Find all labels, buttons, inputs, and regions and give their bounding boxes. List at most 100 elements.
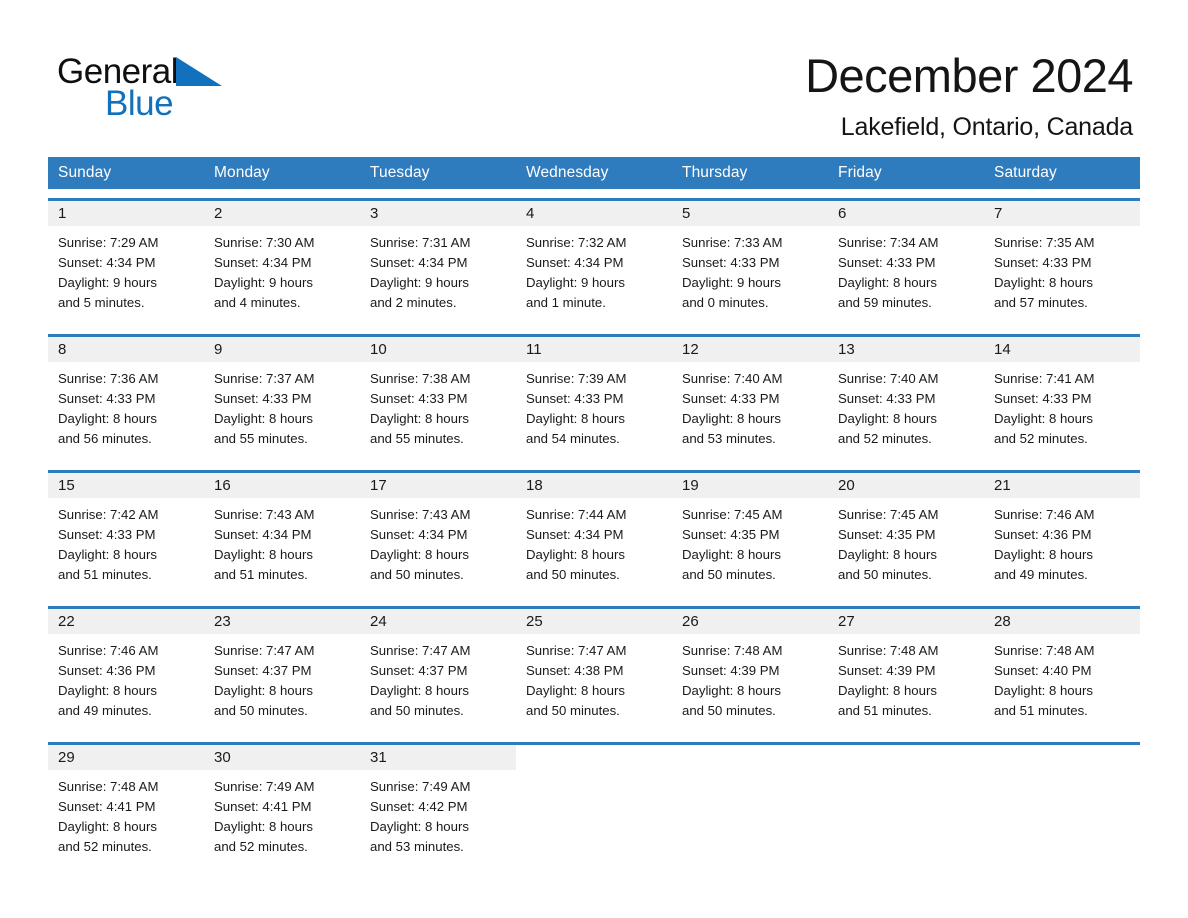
daylight-text-line1: Daylight: 8 hours (994, 411, 1093, 426)
sunrise-text: Sunrise: 7:38 AM (370, 371, 471, 386)
weekday-header-tuesday: Tuesday (370, 164, 430, 181)
week-daynumber-band: 15 16 17 18 19 20 21 (48, 473, 1140, 498)
day-number[interactable]: 29 (48, 745, 204, 770)
sunset-text: Sunset: 4:33 PM (370, 391, 468, 406)
sunrise-text: Sunrise: 7:39 AM (526, 371, 627, 386)
daylight-text-line1: Daylight: 9 hours (682, 275, 781, 290)
sunrise-text: Sunrise: 7:47 AM (370, 643, 471, 658)
day-number[interactable]: 21 (984, 473, 1140, 498)
daylight-text-line1: Daylight: 8 hours (994, 547, 1093, 562)
sunset-text: Sunset: 4:39 PM (838, 663, 936, 678)
sunrise-text: Sunrise: 7:34 AM (838, 235, 939, 250)
day-cell-details: Sunrise: 7:39 AM Sunset: 4:33 PM Dayligh… (516, 362, 672, 461)
sunrise-text: Sunrise: 7:48 AM (994, 643, 1095, 658)
week-details-band: Sunrise: 7:48 AM Sunset: 4:41 PM Dayligh… (48, 770, 1140, 869)
day-number[interactable]: 16 (204, 473, 360, 498)
day-number[interactable]: 23 (204, 609, 360, 634)
day-number[interactable]: 8 (48, 337, 204, 362)
sunrise-text: Sunrise: 7:47 AM (526, 643, 627, 658)
daylight-text-line1: Daylight: 9 hours (526, 275, 625, 290)
daylight-text-line1: Daylight: 8 hours (214, 547, 313, 562)
day-number[interactable]: 2 (204, 201, 360, 226)
daylight-text-line2: and 2 minutes. (370, 295, 457, 310)
day-cell-details: Sunrise: 7:46 AM Sunset: 4:36 PM Dayligh… (48, 634, 204, 733)
day-number[interactable]: 25 (516, 609, 672, 634)
daylight-text-line2: and 53 minutes. (370, 839, 464, 854)
day-number[interactable]: 17 (360, 473, 516, 498)
day-number[interactable]: 20 (828, 473, 984, 498)
day-cell-details: Sunrise: 7:46 AM Sunset: 4:36 PM Dayligh… (984, 498, 1140, 597)
daylight-text-line1: Daylight: 8 hours (838, 275, 937, 290)
day-cell-details: Sunrise: 7:31 AM Sunset: 4:34 PM Dayligh… (360, 226, 516, 325)
calendar-week-row: 8 9 10 11 12 13 14 Sunrise: 7:36 AM Suns… (48, 334, 1140, 461)
day-cell-details: Sunrise: 7:44 AM Sunset: 4:34 PM Dayligh… (516, 498, 672, 597)
day-number[interactable]: 9 (204, 337, 360, 362)
day-number[interactable]: 26 (672, 609, 828, 634)
week-details-band: Sunrise: 7:46 AM Sunset: 4:36 PM Dayligh… (48, 634, 1140, 733)
day-number[interactable]: 12 (672, 337, 828, 362)
week-details-band: Sunrise: 7:29 AM Sunset: 4:34 PM Dayligh… (48, 226, 1140, 325)
day-number[interactable]: 4 (516, 201, 672, 226)
week-details-band: Sunrise: 7:42 AM Sunset: 4:33 PM Dayligh… (48, 498, 1140, 597)
day-number[interactable]: 10 (360, 337, 516, 362)
daylight-text-line1: Daylight: 8 hours (58, 683, 157, 698)
week-daynumber-band: 29 30 31 (48, 745, 1140, 770)
day-number[interactable]: 11 (516, 337, 672, 362)
day-number[interactable]: 22 (48, 609, 204, 634)
day-number[interactable]: 5 (672, 201, 828, 226)
day-number[interactable]: 19 (672, 473, 828, 498)
generalblue-logo[interactable]: General Blue (57, 52, 357, 132)
week-daynumber-band: 8 9 10 11 12 13 14 (48, 337, 1140, 362)
week-daynumber-band: 22 23 24 25 26 27 28 (48, 609, 1140, 634)
daylight-text-line1: Daylight: 8 hours (682, 547, 781, 562)
day-number[interactable]: 15 (48, 473, 204, 498)
calendar-week-row: 15 16 17 18 19 20 21 Sunrise: 7:42 AM Su… (48, 470, 1140, 597)
day-cell-details: Sunrise: 7:35 AM Sunset: 4:33 PM Dayligh… (984, 226, 1140, 325)
sunrise-text: Sunrise: 7:36 AM (58, 371, 159, 386)
day-cell-empty (516, 770, 672, 869)
day-number[interactable]: 24 (360, 609, 516, 634)
daylight-text-line2: and 57 minutes. (994, 295, 1088, 310)
sunrise-text: Sunrise: 7:35 AM (994, 235, 1095, 250)
sunrise-text: Sunrise: 7:44 AM (526, 507, 627, 522)
calendar-week-row: 1 2 3 4 5 6 7 Sunrise: 7:29 AM Sunset: 4… (48, 198, 1140, 325)
sunset-text: Sunset: 4:34 PM (526, 527, 624, 542)
daylight-text-line2: and 50 minutes. (526, 703, 620, 718)
daylight-text-line1: Daylight: 8 hours (838, 411, 937, 426)
daylight-text-line2: and 51 minutes. (214, 567, 308, 582)
sunset-text: Sunset: 4:41 PM (58, 799, 156, 814)
sunrise-text: Sunrise: 7:40 AM (838, 371, 939, 386)
sunset-text: Sunset: 4:33 PM (58, 391, 156, 406)
sunset-text: Sunset: 4:33 PM (682, 391, 780, 406)
sunset-text: Sunset: 4:42 PM (370, 799, 468, 814)
day-number[interactable]: 13 (828, 337, 984, 362)
sunrise-text: Sunrise: 7:49 AM (214, 779, 315, 794)
day-cell-details: Sunrise: 7:34 AM Sunset: 4:33 PM Dayligh… (828, 226, 984, 325)
sunrise-text: Sunrise: 7:33 AM (682, 235, 783, 250)
sunrise-text: Sunrise: 7:48 AM (58, 779, 159, 794)
day-cell-details: Sunrise: 7:41 AM Sunset: 4:33 PM Dayligh… (984, 362, 1140, 461)
day-number[interactable]: 30 (204, 745, 360, 770)
day-cell-details: Sunrise: 7:47 AM Sunset: 4:38 PM Dayligh… (516, 634, 672, 733)
weekday-header-monday: Monday (214, 164, 270, 181)
day-number[interactable]: 28 (984, 609, 1140, 634)
day-number[interactable]: 7 (984, 201, 1140, 226)
sunset-text: Sunset: 4:38 PM (526, 663, 624, 678)
daylight-text-line1: Daylight: 8 hours (370, 819, 469, 834)
day-number[interactable]: 1 (48, 201, 204, 226)
day-cell-details: Sunrise: 7:42 AM Sunset: 4:33 PM Dayligh… (48, 498, 204, 597)
day-number[interactable]: 31 (360, 745, 516, 770)
day-cell-details: Sunrise: 7:45 AM Sunset: 4:35 PM Dayligh… (828, 498, 984, 597)
daylight-text-line1: Daylight: 8 hours (214, 819, 313, 834)
day-number[interactable]: 3 (360, 201, 516, 226)
sunset-text: Sunset: 4:35 PM (682, 527, 780, 542)
day-number[interactable]: 27 (828, 609, 984, 634)
day-number[interactable]: 18 (516, 473, 672, 498)
day-number[interactable]: 14 (984, 337, 1140, 362)
daylight-text-line1: Daylight: 8 hours (682, 411, 781, 426)
daylight-text-line1: Daylight: 8 hours (370, 547, 469, 562)
daylight-text-line1: Daylight: 9 hours (58, 275, 157, 290)
daylight-text-line2: and 0 minutes. (682, 295, 769, 310)
day-number[interactable]: 6 (828, 201, 984, 226)
day-cell-details: Sunrise: 7:45 AM Sunset: 4:35 PM Dayligh… (672, 498, 828, 597)
